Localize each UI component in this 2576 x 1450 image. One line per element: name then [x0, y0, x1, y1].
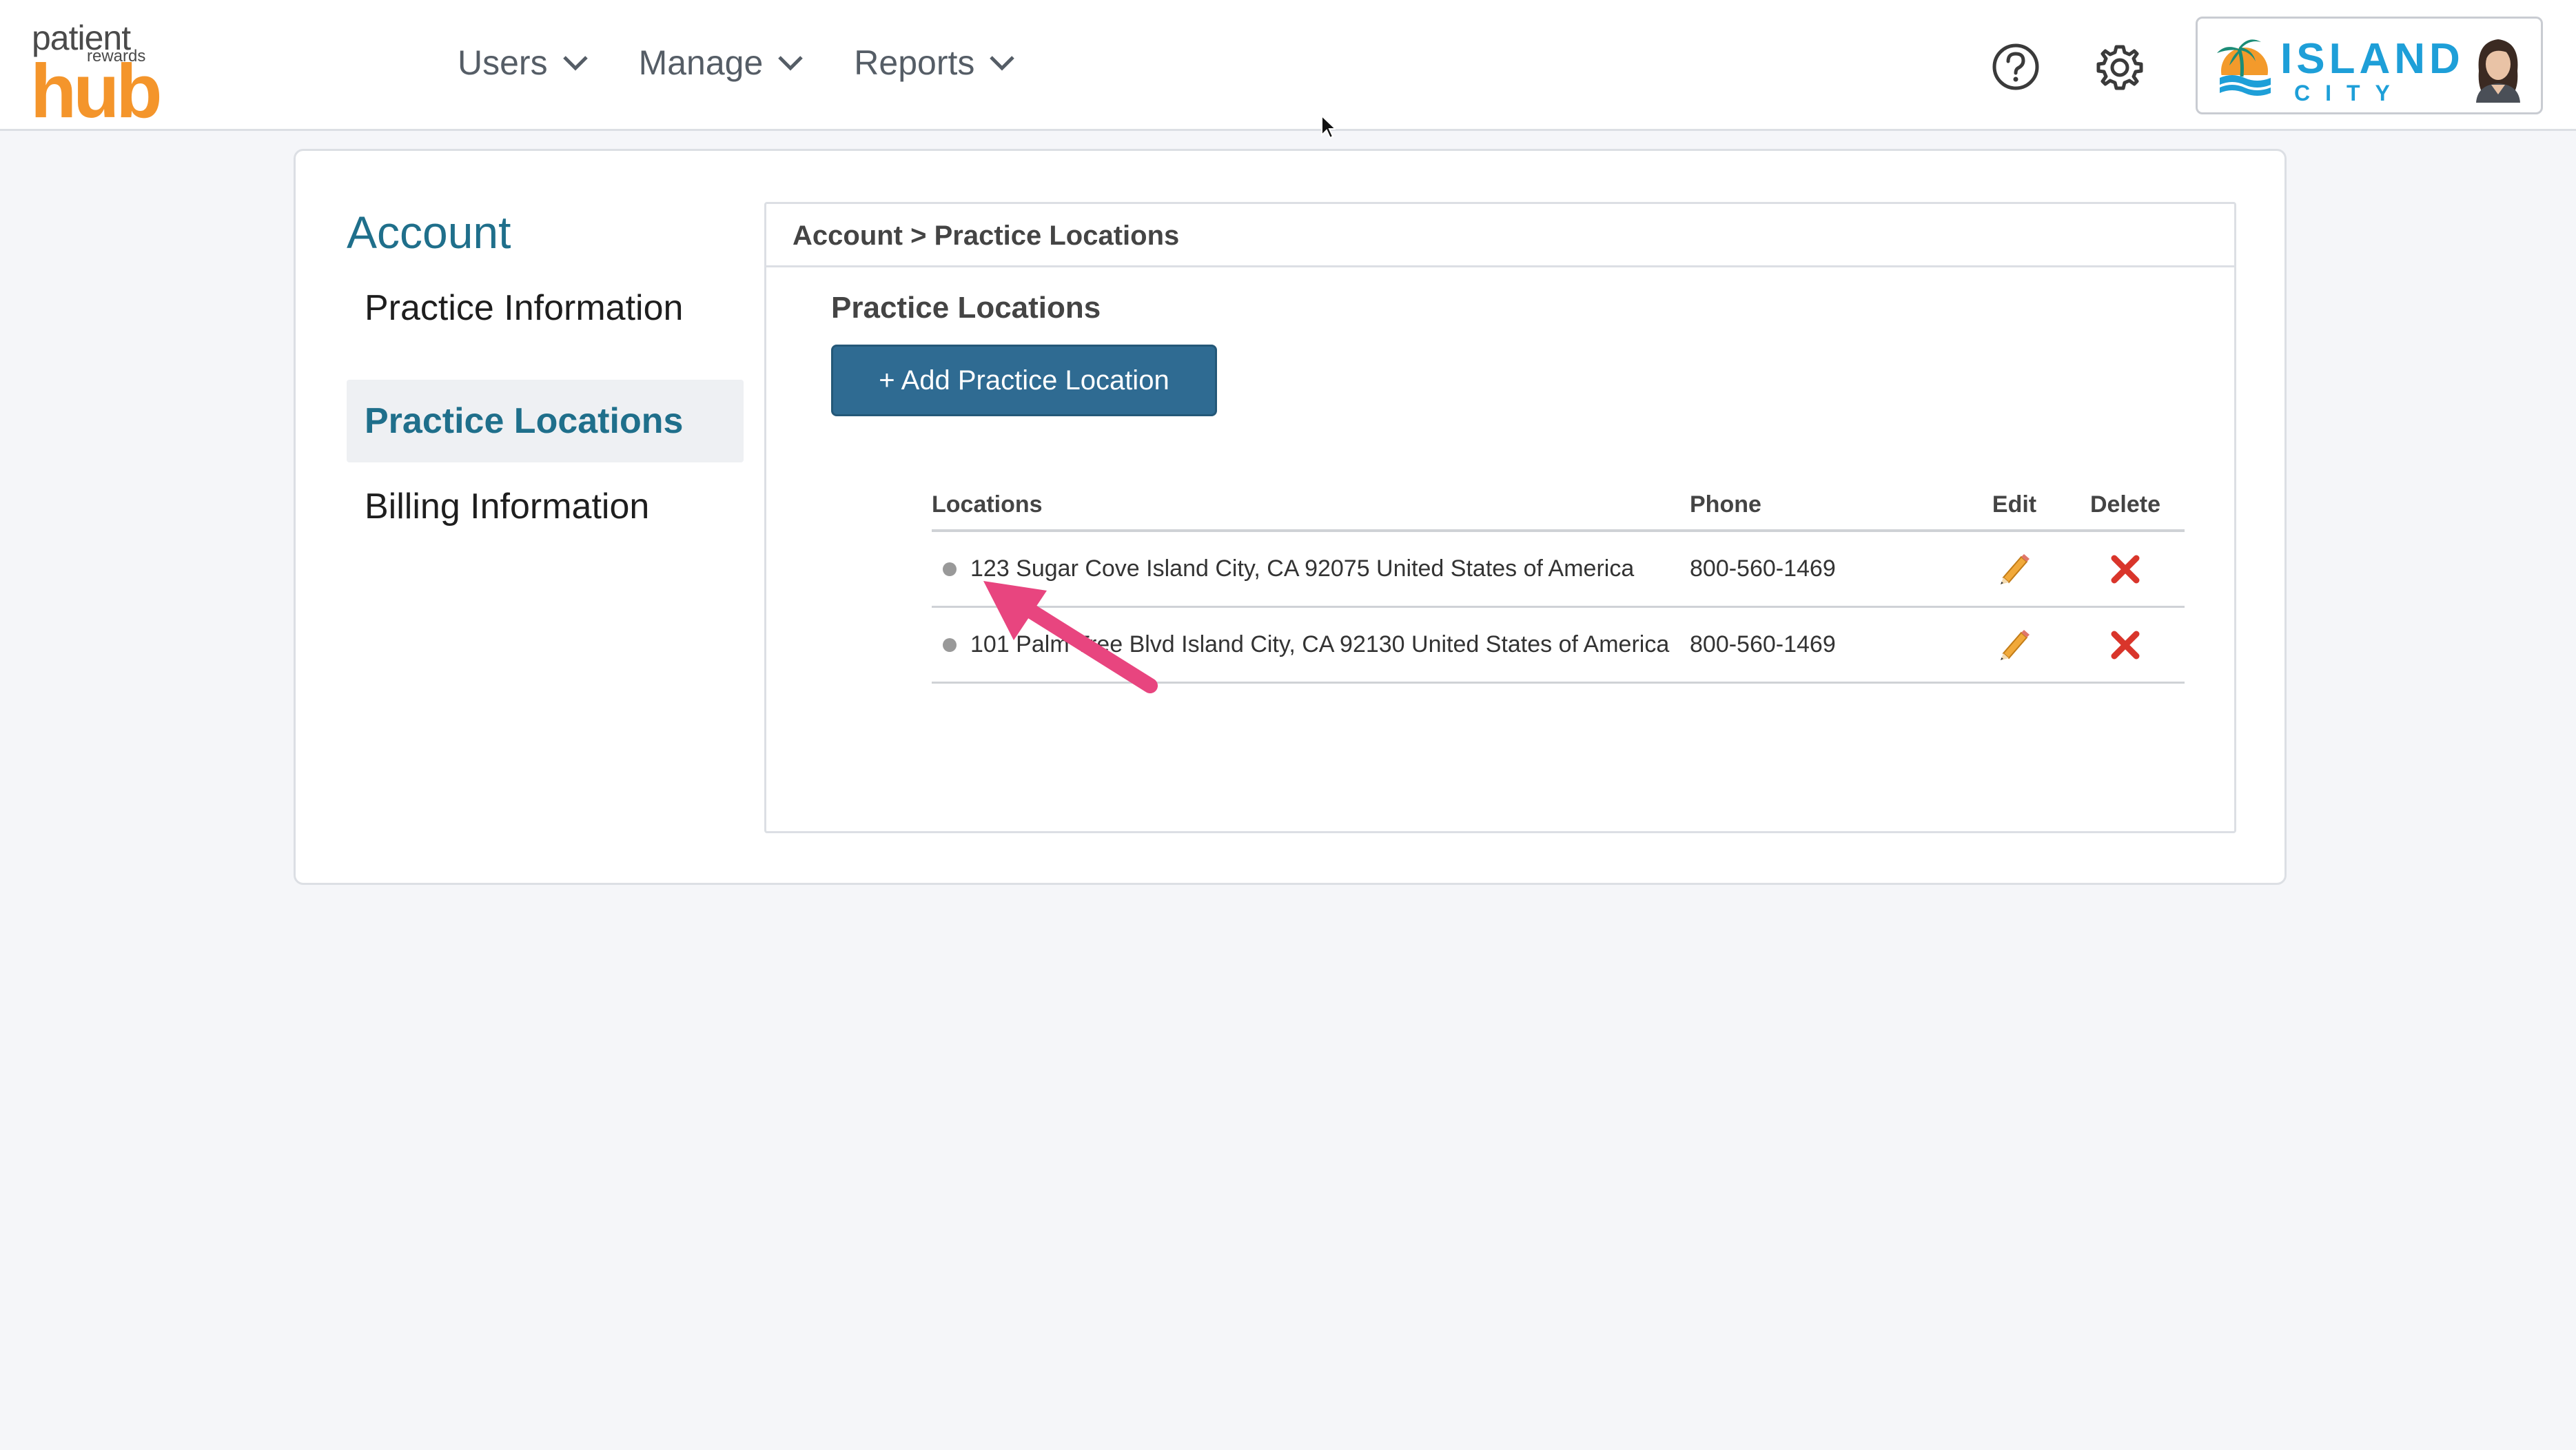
annotation-arrow-icon	[983, 581, 1158, 693]
main-nav: Users Manage Reports	[458, 43, 1016, 83]
column-header-delete: Delete	[2089, 491, 2161, 518]
sidebar-item-practice-locations[interactable]: Practice Locations	[347, 380, 744, 462]
island-palm-logo-icon	[2217, 39, 2273, 96]
sidebar-item-billing-information[interactable]: Billing Information	[347, 465, 744, 548]
breadcrumb: Account > Practice Locations	[766, 204, 2234, 267]
add-practice-location-button[interactable]: + Add Practice Location	[831, 345, 1217, 416]
column-header-edit: Edit	[1992, 491, 2037, 518]
section-title: Practice Locations	[831, 291, 1101, 325]
nav-users-dropdown[interactable]: Users	[458, 43, 589, 83]
bullet-icon	[943, 637, 957, 652]
pencil-icon[interactable]	[1996, 551, 2032, 587]
delete-cell	[2066, 630, 2185, 660]
practice-account-switcher[interactable]: ISLAND CITY	[2196, 17, 2543, 114]
nav-reports-label: Reports	[854, 43, 975, 82]
nav-manage-label: Manage	[638, 43, 764, 82]
practice-locations-panel: Account > Practice Locations Practice Lo…	[764, 202, 2236, 833]
phone-cell: 800-560-1469	[1690, 555, 1836, 582]
practice-subname: CITY	[2294, 81, 2405, 105]
chevron-down-icon	[990, 56, 1015, 71]
cursor-icon	[1321, 114, 1336, 139]
close-icon[interactable]	[2110, 630, 2140, 660]
column-header-locations: Locations	[932, 491, 1043, 518]
top-navbar: patient rewards hub Users Manage Reports	[0, 0, 2576, 139]
sidebar-item-label: Billing Information	[365, 487, 650, 527]
delete-cell	[2066, 554, 2185, 584]
column-header-phone: Phone	[1690, 491, 1761, 518]
gear-icon[interactable]	[2095, 43, 2145, 92]
patient-rewards-hub-logo[interactable]: patient rewards hub	[30, 21, 163, 130]
logo-word-hub: hub	[30, 49, 163, 134]
chevron-down-icon	[562, 56, 588, 71]
close-icon[interactable]	[2110, 554, 2140, 584]
edit-cell	[1963, 627, 2066, 663]
practice-name: ISLAND	[2280, 35, 2464, 83]
edit-cell	[1963, 551, 2066, 587]
nav-users-label: Users	[458, 43, 548, 82]
nav-manage-dropdown[interactable]: Manage	[639, 43, 805, 83]
chevron-down-icon	[778, 56, 804, 71]
help-icon[interactable]	[1992, 43, 2040, 91]
sidebar-title: Account	[347, 207, 511, 258]
pencil-icon[interactable]	[1996, 627, 2032, 663]
sidebar-item-label: Practice Information	[365, 288, 684, 328]
user-avatar	[2464, 30, 2533, 103]
sidebar-item-label: Practice Locations	[365, 401, 684, 441]
phone-cell: 800-560-1469	[1690, 631, 1836, 657]
nav-reports-dropdown[interactable]: Reports	[854, 43, 1016, 83]
sidebar-item-practice-information[interactable]: Practice Information	[347, 267, 744, 349]
bullet-icon	[943, 562, 957, 576]
table-header: Locations Phone Edit Delete	[932, 480, 2185, 532]
account-card: Account Practice Information Practice Lo…	[294, 149, 2287, 885]
